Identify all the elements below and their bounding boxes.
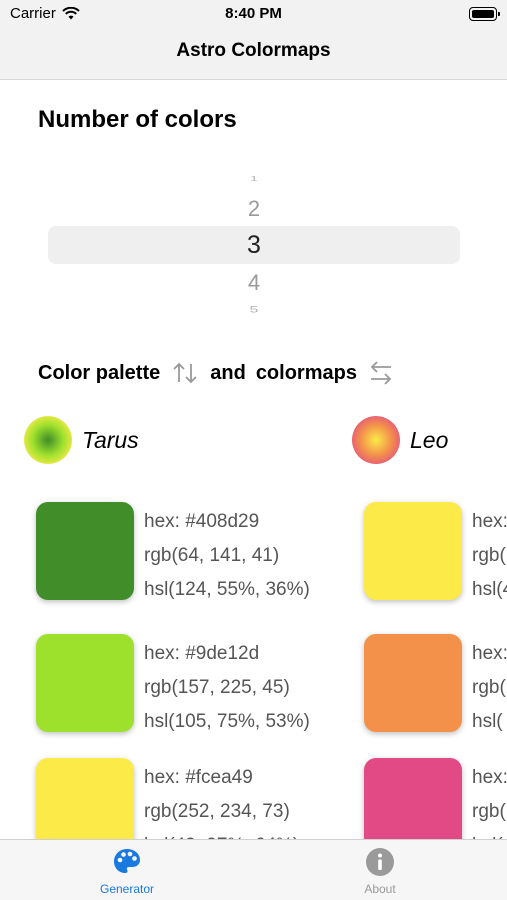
hsl-value: hsl(105, 75%, 53%) [144, 711, 310, 732]
tab-label: About [364, 882, 396, 896]
rgb-value: rgb(252, 234, 73) [144, 801, 290, 822]
color-swatch[interactable] [36, 758, 134, 839]
rgb-value: rgb( [472, 545, 506, 566]
leo-gradient-icon [352, 416, 400, 464]
status-bar: Carrier 8:40 PM [0, 0, 507, 28]
swap-vertical-icon[interactable] [172, 361, 198, 385]
colormap-header-leo[interactable]: Leo [352, 416, 448, 464]
hex-value: hex: #9de12d [144, 643, 260, 664]
color-swatch[interactable] [36, 634, 134, 732]
color-info: hex: #fcea49 rgb(252, 234, 73) hsl(42, 9… [144, 761, 299, 839]
navigation-bar: Carrier 8:40 PM Astro Colormaps [0, 0, 507, 80]
hsl-value: hsl( [472, 711, 503, 732]
hsl-value: hsl(42, 97%, 64%) [144, 829, 299, 839]
color-palette-label: Color palette [38, 361, 161, 384]
colormap-name: Tarus [82, 426, 139, 453]
picker-item-2[interactable]: 2 [48, 196, 460, 222]
picker-item-1[interactable]: 1 [48, 174, 460, 183]
hex-value: hex: [472, 511, 507, 532]
hsl-value: hsl(4 [472, 579, 507, 600]
picker-item-5[interactable]: 5 [48, 305, 460, 316]
tab-label: Generator [99, 882, 155, 896]
hex-value: hex: #408d29 [144, 511, 260, 532]
colormap-header-tarus[interactable]: Tarus [24, 416, 139, 464]
color-info: hex: rgb( hsl(4 [472, 505, 507, 607]
hex-value: hex: [472, 767, 507, 788]
palette-icon [114, 849, 140, 873]
picker-item-selected[interactable]: 3 [48, 231, 460, 260]
colormap-name: Leo [410, 426, 449, 453]
hex-value: hex: #fcea49 [144, 767, 253, 788]
color-swatch[interactable] [364, 634, 462, 732]
hex-value: hex: [472, 643, 507, 664]
colormaps-label: colormaps [255, 361, 357, 384]
rgb-value: rgb(64, 141, 41) [144, 545, 280, 566]
status-time: 8:40 PM [225, 5, 282, 22]
swatch-scroll-area[interactable]: hex: #408d29 rgb(64, 141, 41) hsl(124, 5… [0, 490, 507, 839]
color-swatch[interactable] [364, 758, 462, 839]
color-swatch[interactable] [36, 502, 134, 600]
and-label: and [210, 361, 246, 384]
color-swatch[interactable] [364, 502, 462, 600]
tarus-gradient-icon [24, 416, 72, 464]
tab-about[interactable]: About [320, 846, 440, 896]
rgb-value: rgb( [472, 677, 506, 698]
tab-bar: Generator About [0, 839, 507, 900]
nav-title: Astro Colormaps [176, 40, 331, 61]
number-of-colors-title: Number of colors [38, 106, 237, 133]
rgb-value: rgb(157, 225, 45) [144, 677, 290, 698]
rgb-value: rgb( [472, 801, 506, 822]
picker-item-4[interactable]: 4 [48, 270, 460, 296]
color-info: hex: rgb( hsl( [472, 761, 507, 839]
hsl-value: hsl( [472, 829, 507, 839]
color-info: hex: rgb( hsl( [472, 637, 507, 739]
palette-header: Color palette and colormaps [38, 360, 405, 386]
number-picker[interactable]: 1 2 3 4 5 [48, 168, 460, 320]
color-info: hex: #9de12d rgb(157, 225, 45) hsl(105, … [144, 637, 310, 739]
color-info: hex: #408d29 rgb(64, 141, 41) hsl(124, 5… [144, 505, 310, 607]
battery-icon [469, 7, 500, 21]
info-icon [366, 848, 394, 876]
tab-generator[interactable]: Generator [67, 846, 187, 896]
swap-horizontal-icon[interactable] [369, 360, 393, 386]
hsl-value: hsl(124, 55%, 36%) [144, 579, 310, 600]
